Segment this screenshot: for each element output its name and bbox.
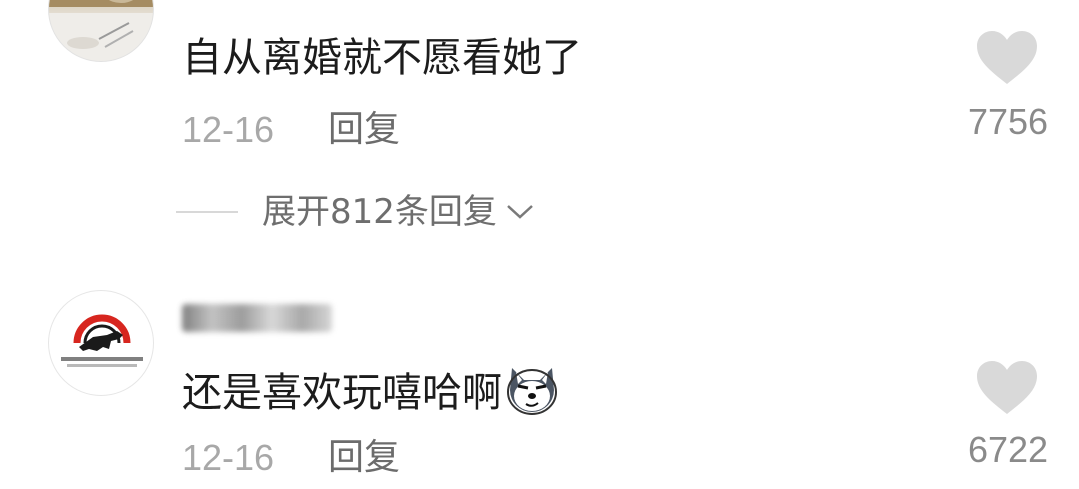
like-button[interactable]	[975, 360, 1039, 416]
reply-button[interactable]: 回复	[328, 108, 400, 152]
like-count: 6722	[967, 429, 1049, 470]
comment-item: 自从离婚就不愿看她了 12-16 回复 7756 展开812条回复	[0, 0, 1079, 250]
comment-date: 12-16	[182, 109, 275, 150]
divider-line	[176, 211, 238, 213]
heart-icon	[977, 361, 1037, 414]
comment-text-content: 自从离婚就不愿看她了	[182, 35, 582, 81]
like-count: 7756	[967, 101, 1049, 142]
company-horse-logo-avatar-icon	[61, 314, 143, 367]
comment-date: 12-16	[182, 437, 275, 478]
comment-item: 还是喜欢玩嘻哈啊 12-16 回复 6722	[0, 250, 1079, 489]
like-button[interactable]	[975, 30, 1039, 86]
comment-text: 自从离婚就不愿看她了	[182, 32, 582, 84]
user-photo-avatar-icon	[49, 0, 153, 61]
user-avatar[interactable]	[48, 290, 154, 396]
user-avatar[interactable]	[48, 0, 154, 62]
chevron-down-icon	[507, 205, 533, 219]
username-blurred	[182, 304, 332, 332]
comment-list: 自从离婚就不愿看她了 12-16 回复 7756 展开812条回复 还是喜欢玩嘻…	[0, 0, 1079, 489]
expand-replies-label: 展开812条回复	[262, 192, 497, 232]
expand-replies-button[interactable]: 展开812条回复	[176, 190, 535, 234]
comment-text-content: 还是喜欢玩嘻哈啊	[182, 370, 502, 416]
heart-icon	[977, 31, 1037, 84]
comment-text: 还是喜欢玩嘻哈啊	[182, 360, 560, 419]
wolf-smirk-emoji-icon	[507, 368, 557, 415]
reply-button[interactable]: 回复	[328, 436, 400, 480]
